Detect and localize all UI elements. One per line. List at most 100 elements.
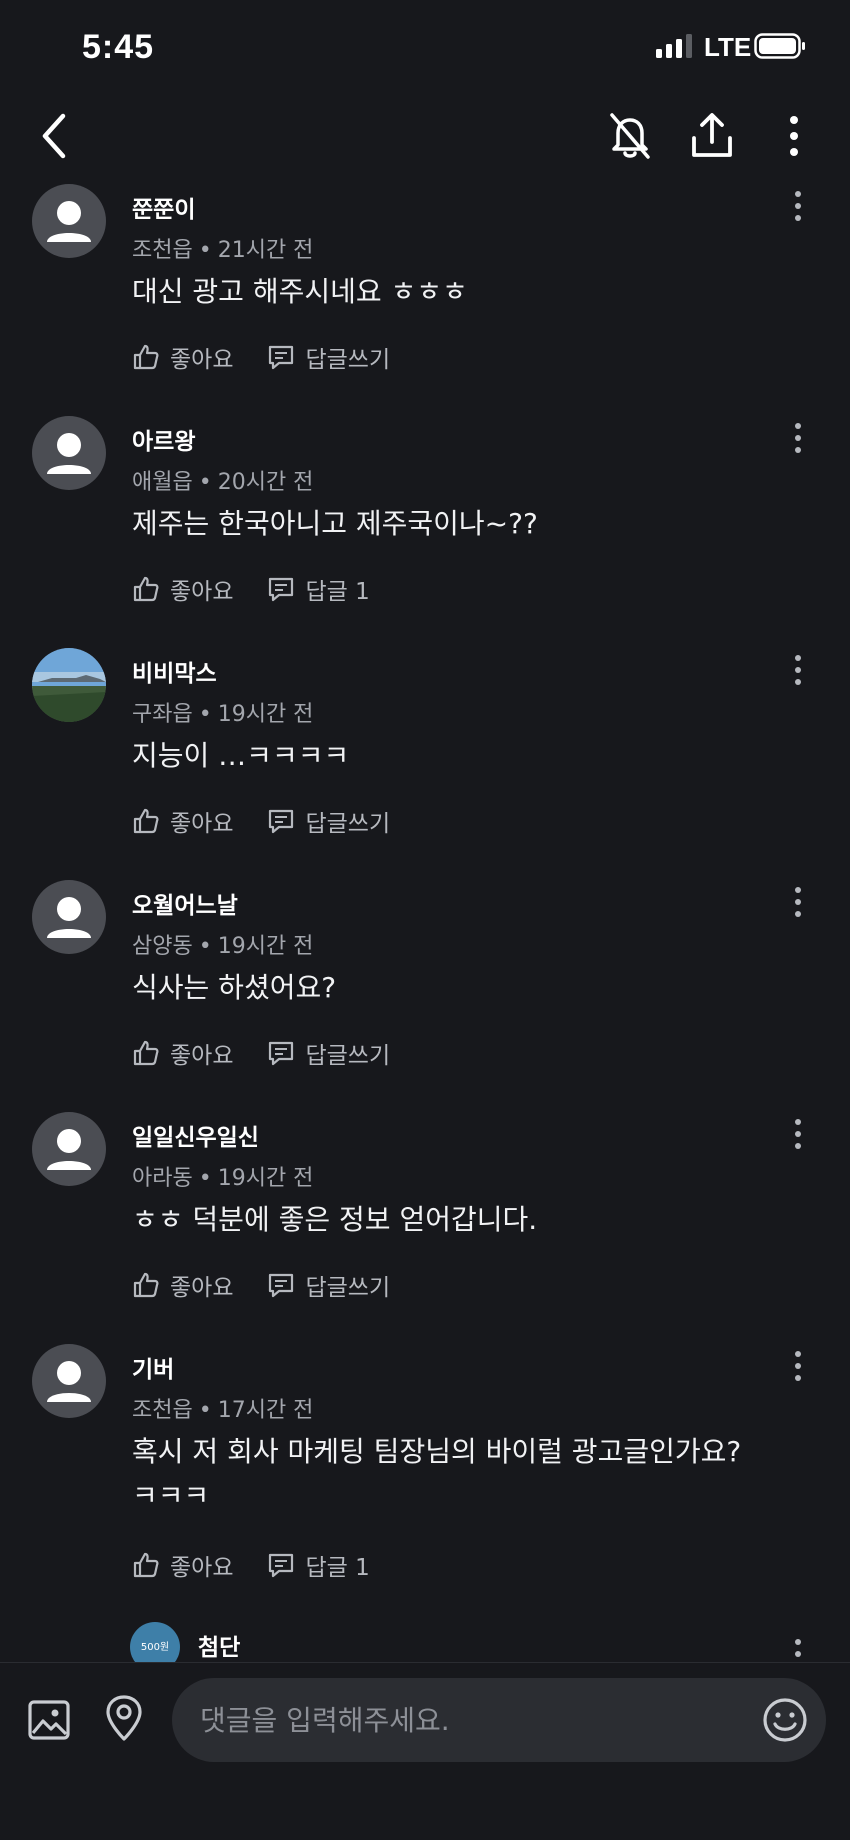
comment-meta: 조천읍 • 17시간 전 (132, 1398, 314, 1423)
reply-more-button[interactable] (782, 1632, 814, 1664)
username[interactable]: 일일신우일신 (132, 1118, 259, 1152)
more-vertical-icon (790, 116, 798, 156)
like-label: 좋아요 (170, 1555, 234, 1581)
username[interactable]: 아르왕 (132, 422, 195, 456)
reply-label: 답글 1 (305, 1555, 370, 1581)
comment-item: 오월어느날 삼양동 • 19시간 전 식사는 하셨어요? 좋아요 답글쓰기 (0, 876, 850, 1108)
like-button[interactable]: 좋아요 (132, 1036, 233, 1070)
comment-item: 쭌쭌이 조천읍 • 21시간 전 대신 광고 해주시네요 ㅎㅎㅎ 좋아요 답글쓰기 (0, 180, 850, 412)
comment-input[interactable] (172, 1678, 826, 1762)
profile-photo (32, 648, 106, 722)
user-icon (47, 201, 91, 242)
location: 삼양동 (132, 934, 193, 959)
timestamp: 19시간 전 (217, 702, 314, 727)
share-icon (692, 113, 732, 157)
like-button[interactable]: 좋아요 (132, 572, 233, 606)
comment-more-button[interactable] (782, 416, 814, 460)
user-icon (47, 433, 91, 474)
thumbs-up-icon (133, 1552, 159, 1578)
username[interactable]: 비비막스 (132, 654, 217, 688)
comment-more-button[interactable] (782, 1112, 814, 1156)
photo-attach-button[interactable] (23, 1694, 75, 1746)
comment-item: 일일신우일신 아라동 • 19시간 전 ㅎㅎ 덕분에 좋은 정보 얻어갑니다. 좋아… (0, 1108, 850, 1340)
more-vertical-icon (795, 1639, 801, 1664)
thumbs-up-icon (133, 576, 159, 602)
battery-icon (754, 33, 805, 59)
network-label: LTE (704, 32, 752, 62)
chat-bubble-icon (269, 809, 294, 834)
comment-meta: 조천읍 • 21시간 전 (132, 238, 314, 263)
comment-item: 기버 조천읍 • 17시간 전 혹시 저 회사 마케팅 팀장님의 바이럴 광고글인가… (0, 1340, 850, 1616)
location: 조천읍 (132, 238, 193, 263)
user-icon (47, 897, 91, 938)
username[interactable]: 기버 (132, 1350, 174, 1384)
signal-strength-icon (656, 34, 692, 58)
more-vertical-icon (795, 887, 801, 917)
timestamp: 17시간 전 (217, 1398, 314, 1423)
share-button[interactable] (682, 106, 742, 166)
location-pin-icon (106, 1695, 142, 1741)
reply-label: 답글쓰기 (305, 1275, 391, 1301)
comment-item: 아르왕 애월읍 • 20시간 전 제주는 한국아니고 제주국이나~?? 좋아요 답글… (0, 412, 850, 644)
username[interactable]: 쭌쭌이 (132, 190, 195, 224)
chat-bubble-icon (269, 577, 294, 602)
chat-bubble-icon (269, 1553, 294, 1578)
like-button[interactable]: 좋아요 (132, 1268, 233, 1302)
thumbs-up-icon (133, 1040, 159, 1066)
username[interactable]: 오월어느날 (132, 886, 238, 920)
smiley-icon (763, 1698, 807, 1742)
comment-meta: 애월읍 • 20시간 전 (132, 470, 314, 495)
comment-list: 쭌쭌이 조천읍 • 21시간 전 대신 광고 해주시네요 ㅎㅎㅎ 좋아요 답글쓰기 … (0, 180, 850, 1664)
comment-more-button[interactable] (782, 184, 814, 228)
avatar[interactable] (32, 1112, 106, 1186)
location: 조천읍 (132, 1398, 193, 1423)
avatar[interactable] (32, 416, 106, 490)
like-button[interactable]: 좋아요 (132, 804, 233, 838)
location-attach-button[interactable] (98, 1692, 150, 1744)
more-vertical-icon (795, 1351, 801, 1381)
reply-button[interactable]: 답글쓰기 (267, 1036, 390, 1070)
thumbs-up-icon (133, 1272, 159, 1298)
emoji-button[interactable] (758, 1693, 812, 1747)
comment-actions: 좋아요 답글쓰기 (132, 1036, 424, 1070)
like-label: 좋아요 (170, 811, 234, 837)
chevron-left-icon (42, 113, 66, 159)
reply-button[interactable]: 답글쓰기 (267, 804, 390, 838)
comment-actions: 좋아요 답글 1 (132, 572, 404, 606)
reply-avatar[interactable]: 500원 (130, 1622, 180, 1664)
comment-actions: 좋아요 답글 1 (132, 1548, 404, 1582)
more-vertical-icon (795, 191, 801, 221)
reply-button[interactable]: 답글 1 (267, 1548, 370, 1582)
avatar[interactable] (32, 648, 106, 722)
comment-more-button[interactable] (782, 648, 814, 692)
comment-text: 식사는 하셨어요? (132, 971, 337, 1004)
like-button[interactable]: 좋아요 (132, 340, 233, 374)
avatar[interactable] (32, 880, 106, 954)
reply-label: 답글쓰기 (305, 1043, 391, 1069)
more-vertical-icon (795, 423, 801, 453)
comment-text: 혹시 저 회사 마케팅 팀장님의 바이럴 광고글인가요? (132, 1435, 742, 1468)
back-button[interactable] (25, 106, 85, 166)
reply-button[interactable]: 답글 1 (267, 572, 370, 606)
timestamp: 21시간 전 (217, 238, 314, 263)
like-label: 좋아요 (170, 1275, 234, 1301)
more-vertical-icon (795, 1119, 801, 1149)
comment-more-button[interactable] (782, 1344, 814, 1388)
reply-username[interactable]: 첨단 (198, 1628, 240, 1662)
more-vertical-icon (795, 655, 801, 685)
image-icon (28, 1700, 70, 1740)
status-bar: 5:45 LTE (0, 0, 850, 96)
comment-more-button[interactable] (782, 880, 814, 924)
avatar[interactable] (32, 1344, 106, 1418)
reply-button[interactable]: 답글쓰기 (267, 340, 390, 374)
reply-button[interactable]: 답글쓰기 (267, 1268, 390, 1302)
more-options-button[interactable] (764, 106, 824, 166)
avatar[interactable] (32, 184, 106, 258)
notification-off-button[interactable] (600, 106, 660, 166)
comment-actions: 좋아요 답글쓰기 (132, 804, 424, 838)
thumbs-up-icon (133, 344, 159, 370)
comment-text-line2: ㅋㅋㅋ (132, 1479, 210, 1512)
comment-item: 비비막스 구좌읍 • 19시간 전 지능이 …ㅋㅋㅋㅋ 좋아요 답글쓰기 (0, 644, 850, 876)
like-button[interactable]: 좋아요 (132, 1548, 233, 1582)
comment-text: ㅎㅎ 덕분에 좋은 정보 얻어갑니다. (132, 1203, 538, 1236)
